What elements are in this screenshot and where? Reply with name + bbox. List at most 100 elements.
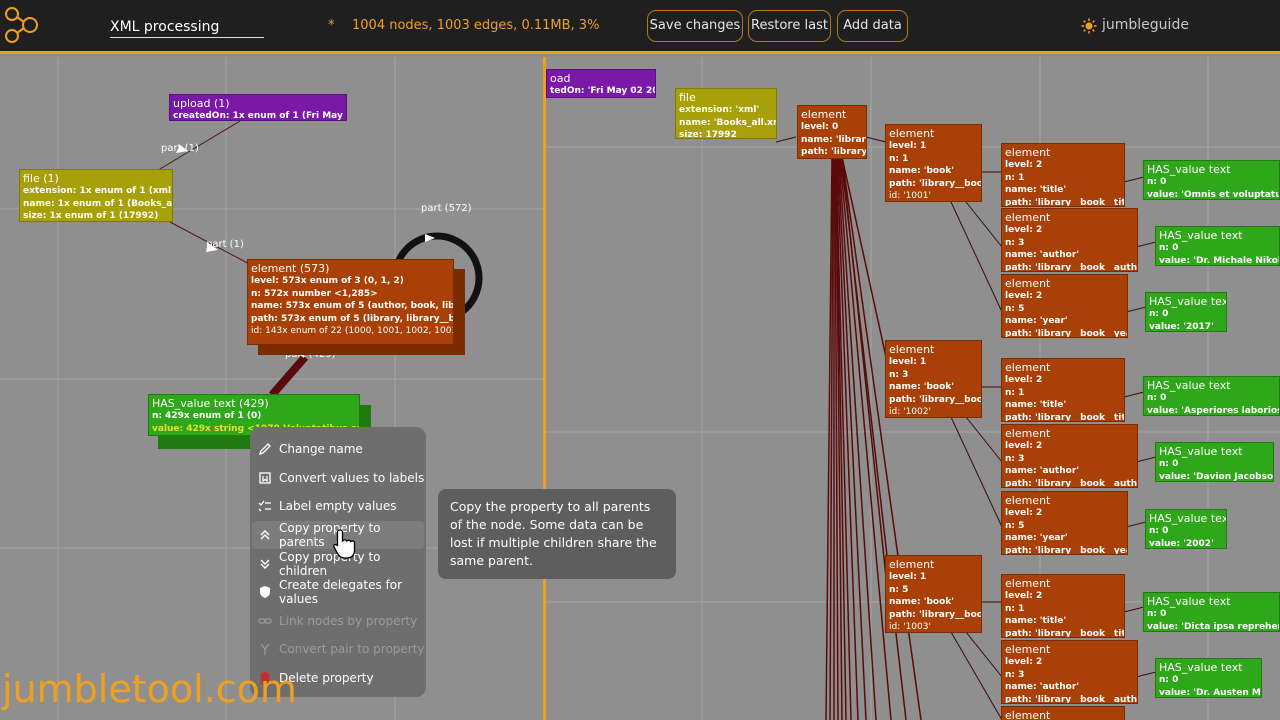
menu-item-create-delegates[interactable]: Create delegates for values: [250, 578, 426, 607]
node-prop: path: 'library__book__author': [1005, 262, 1138, 272]
pencil-icon: [258, 443, 271, 456]
node-title: HAS_value text: [1159, 445, 1243, 458]
node-prop: name: 'book': [889, 597, 954, 607]
add-data-button[interactable]: Add data: [837, 10, 908, 42]
menu-item-convert-pair-to-property: Convert pair to property: [250, 635, 426, 664]
hasvalue-instance-node[interactable]: HAS_value text n: 0 value: 'Omnis et vol…: [1143, 160, 1280, 200]
app-logo-icon[interactable]: [4, 6, 40, 46]
hasvalue-instance-node[interactable]: HAS_value text n: 0 value: 'Dicta ipsa r…: [1143, 592, 1280, 632]
node-prop: n: 1: [1005, 603, 1025, 614]
menu-item-convert-values-to-labels[interactable]: Convert values to labels: [250, 464, 426, 493]
hasvalue-instance-node[interactable]: HAS_value text n: 0 value: 'Davion Jacob…: [1155, 442, 1274, 482]
node-prop: tedOn: 'Fri May 02 2025': [550, 86, 655, 96]
menu-item-label-empty-values[interactable]: Label empty values: [250, 492, 426, 521]
node-prop: level: 2: [1005, 591, 1043, 601]
node-title: element: [1005, 211, 1051, 224]
node-prop: path: 'library__book': [889, 394, 982, 405]
node-prop: n: 5: [1005, 520, 1025, 531]
upload-instance-node[interactable]: oad tedOn: 'Fri May 02 2025': [546, 69, 656, 98]
element-schema-node[interactable]: element (573) level: 573x enum of 3 (0, …: [247, 259, 454, 345]
instance-graph-pane[interactable]: oad tedOn: 'Fri May 02 2025' file extens…: [546, 57, 1280, 720]
node-title: element: [1005, 146, 1051, 159]
node-title: element: [1005, 577, 1051, 590]
menu-item-label: Change name: [279, 442, 363, 457]
node-title: upload (1): [173, 97, 230, 110]
save-changes-button[interactable]: Save changes: [647, 10, 743, 42]
node-prop: level: 2: [1005, 508, 1043, 518]
node-prop: n: 3: [1005, 237, 1025, 248]
node-title: HAS_value text: [1159, 661, 1243, 674]
sun-icon[interactable]: [1081, 18, 1097, 34]
year-element-node[interactable]: element level: 2 n: 5 name: 'year' path:…: [1001, 274, 1128, 338]
edge-label: part (572): [421, 203, 472, 214]
hasvalue-instance-node[interactable]: HAS_value text n: 0 value: '2017': [1145, 292, 1227, 332]
node-prop: level: 2: [1005, 375, 1043, 385]
checklist-icon: [258, 501, 271, 512]
node-title: element: [1005, 427, 1051, 440]
author-element-node[interactable]: element level: 2 n: 3 name: 'author' pat…: [1001, 208, 1138, 272]
node-prop: n: 0: [1149, 309, 1169, 319]
node-prop: name: 'year': [1005, 533, 1068, 543]
hasvalue-instance-node[interactable]: HAS_value text n: 0 value: '2002': [1145, 509, 1227, 549]
node-prop: path: 573x enum of 5 (library, library__…: [251, 313, 454, 324]
node-prop: n: 3: [1005, 669, 1025, 680]
node-prop: level: 0: [801, 122, 839, 132]
node-prop: n: 5: [1005, 303, 1025, 314]
brand-label: jumbleguide: [1102, 17, 1189, 33]
node-prop: value: 'Davion Jacobson': [1159, 471, 1274, 482]
hasvalue-instance-node[interactable]: HAS_value text n: 0 value: 'Asperiores l…: [1143, 376, 1280, 416]
node-title: HAS_value text: [1149, 295, 1227, 308]
title-element-node[interactable]: element level: 2 n: 1 name: 'title' path…: [1001, 143, 1125, 207]
node-prop: size: 17992: [679, 130, 737, 139]
author-element-node[interactable]: element level: 2 n: 3 name: 'author' pat…: [1001, 424, 1138, 488]
file-schema-node[interactable]: file (1) extension: 1x enum of 1 (xml) n…: [19, 169, 173, 222]
node-prop: name: 'title': [1005, 400, 1067, 410]
node-title: element: [889, 558, 935, 571]
graph-title-input[interactable]: [110, 16, 264, 38]
shield-icon: [260, 586, 270, 599]
file-instance-node[interactable]: file extension: 'xml' name: 'Books_all.x…: [675, 88, 777, 139]
year-element-node[interactable]: element level: 2 n: 5 name: 'year' path:…: [1001, 491, 1128, 555]
node-prop: name: 'Books_all.xml': [679, 117, 776, 128]
menu-item-label: Label empty values: [279, 499, 397, 514]
library-element-node[interactable]: element level: 0 name: 'library' path: '…: [797, 105, 867, 159]
node-title: HAS_value text: [1149, 512, 1227, 525]
node-title: element: [889, 127, 935, 140]
node-prop: name: 'year': [1005, 316, 1068, 326]
restore-last-button[interactable]: Restore last: [748, 10, 831, 42]
node-prop: value: 'Omnis et voluptatum.': [1147, 189, 1280, 200]
node-prop: name: 'title': [1005, 185, 1067, 195]
hasvalue-instance-node[interactable]: HAS_value text n: 0 value: 'Dr. Michale …: [1155, 226, 1280, 266]
node-prop: n: 0: [1147, 177, 1167, 187]
node-prop: n: 3: [889, 369, 909, 380]
upload-schema-node[interactable]: upload (1) createdOn: 1x enum of 1 (Fri …: [169, 94, 347, 121]
hand-cursor-icon: [333, 529, 356, 559]
hasvalue-instance-node[interactable]: HAS_value text n: 0 value: 'Dr. Austen M…: [1155, 658, 1262, 698]
node-prop: n: 0: [1147, 609, 1167, 619]
menu-item-tooltip: Copy the property to all parents of the …: [438, 489, 676, 579]
node-prop: id: '1003': [889, 622, 931, 632]
watermark: jumbletool.com: [2, 667, 297, 711]
node-prop: name: 'title': [1005, 616, 1067, 626]
node-prop: n: 1: [1005, 172, 1025, 183]
label-icon: [259, 472, 271, 484]
double-chevron-down-icon: [260, 559, 270, 569]
merge-icon: [260, 644, 270, 656]
node-prop: n: 0: [1149, 526, 1169, 536]
element-node-partial[interactable]: element: [1001, 706, 1125, 720]
node-title: element: [1005, 709, 1051, 720]
node-prop: value: 'Dr. Michale Nikolaus: [1159, 255, 1279, 266]
node-prop: path: 'library__book__year': [1005, 328, 1128, 338]
book-element-node[interactable]: element level: 1 n: 1 name: 'book' path:…: [885, 124, 982, 202]
title-element-node[interactable]: element level: 2 n: 1 name: 'title' path…: [1001, 574, 1125, 638]
node-prop: name: 'book': [889, 382, 954, 392]
book-element-node[interactable]: element level: 1 n: 3 name: 'book' path:…: [885, 340, 982, 418]
book-element-node[interactable]: element level: 1 n: 5 name: 'book' path:…: [885, 555, 982, 633]
node-title: element: [889, 343, 935, 356]
node-title: HAS_value text (429): [152, 397, 269, 410]
node-title: HAS_value text: [1147, 595, 1231, 608]
node-prop: level: 2: [1005, 657, 1043, 667]
menu-item-change-name[interactable]: Change name: [250, 435, 426, 464]
title-element-node[interactable]: element level: 2 n: 1 name: 'title' path…: [1001, 358, 1125, 422]
author-element-node[interactable]: element level: 2 n: 3 name: 'author' pat…: [1001, 640, 1138, 704]
